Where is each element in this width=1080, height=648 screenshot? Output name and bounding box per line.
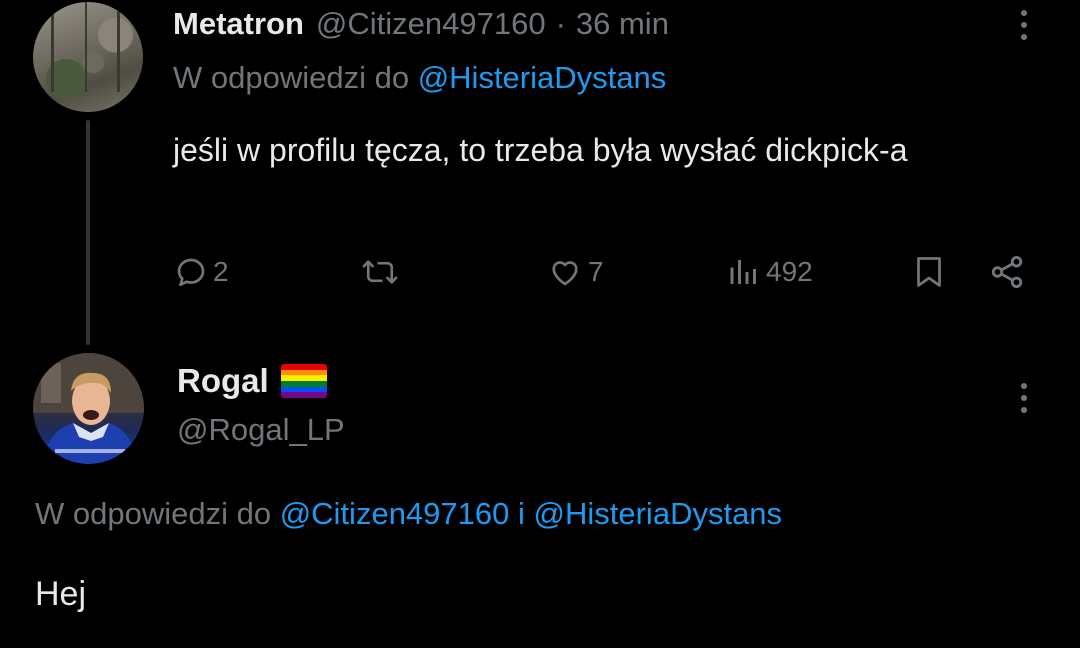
reply-prefix: W odpowiedzi do — [35, 496, 272, 531]
avatar-metatron[interactable] — [33, 2, 143, 112]
tweet1-separator: · — [555, 6, 566, 41]
timeline: Metatron @Citizen497160 · 36 min W odpow… — [0, 0, 1080, 648]
tweet2-author-name[interactable]: Rogal — [177, 362, 269, 400]
tweet1-header: Metatron @Citizen497160 · 36 min — [173, 4, 669, 44]
avatar-rogal[interactable] — [33, 353, 144, 464]
reply-joiner: i — [518, 496, 525, 531]
reply-icon — [177, 258, 205, 287]
rainbow-flag-icon — [280, 364, 327, 398]
reply-mention-link[interactable]: @HisteriaDystans — [534, 496, 783, 531]
reply-prefix: W odpowiedzi do — [173, 60, 410, 95]
views-button[interactable]: 492 — [726, 250, 813, 294]
tweet2-author-name-row[interactable]: Rogal — [177, 362, 327, 400]
tweet1-timestamp[interactable]: 36 min — [576, 6, 669, 42]
like-icon — [552, 261, 578, 286]
tweet1-more-icon[interactable] — [1014, 3, 1034, 47]
share-icon — [991, 256, 1023, 288]
like-count: 7 — [588, 256, 604, 287]
repost-button[interactable] — [358, 250, 402, 294]
thread-connector-line — [86, 120, 90, 345]
bookmark-icon — [917, 257, 941, 287]
repost-icon — [362, 260, 398, 284]
reply-count: 2 — [213, 256, 229, 287]
bookmark-button[interactable] — [911, 250, 947, 294]
share-button[interactable] — [988, 250, 1026, 294]
like-button[interactable]: 7 — [546, 250, 604, 294]
tweet1-reply-context: W odpowiedzi do @HisteriaDystans — [173, 60, 666, 96]
tweet2-author-handle[interactable]: @Rogal_LP — [177, 412, 345, 448]
reply-mention-link[interactable]: @Citizen497160 — [280, 496, 510, 531]
tweet1-author-handle[interactable]: @Citizen497160 — [316, 6, 546, 42]
tweet1-text: jeśli w profilu tęcza, to trzeba była wy… — [173, 132, 908, 168]
tweet2-more-icon[interactable] — [1014, 376, 1034, 420]
tweet1-author-name[interactable]: Metatron — [173, 6, 304, 42]
tweet2-text: Hej — [35, 575, 87, 613]
views-count: 492 — [766, 256, 813, 287]
reply-mention-link[interactable]: @HisteriaDystans — [418, 60, 667, 95]
tweet2-reply-context: W odpowiedzi do @Citizen497160 i @Hister… — [35, 496, 782, 532]
reply-button[interactable]: 2 — [173, 250, 229, 294]
views-icon — [730, 260, 756, 284]
